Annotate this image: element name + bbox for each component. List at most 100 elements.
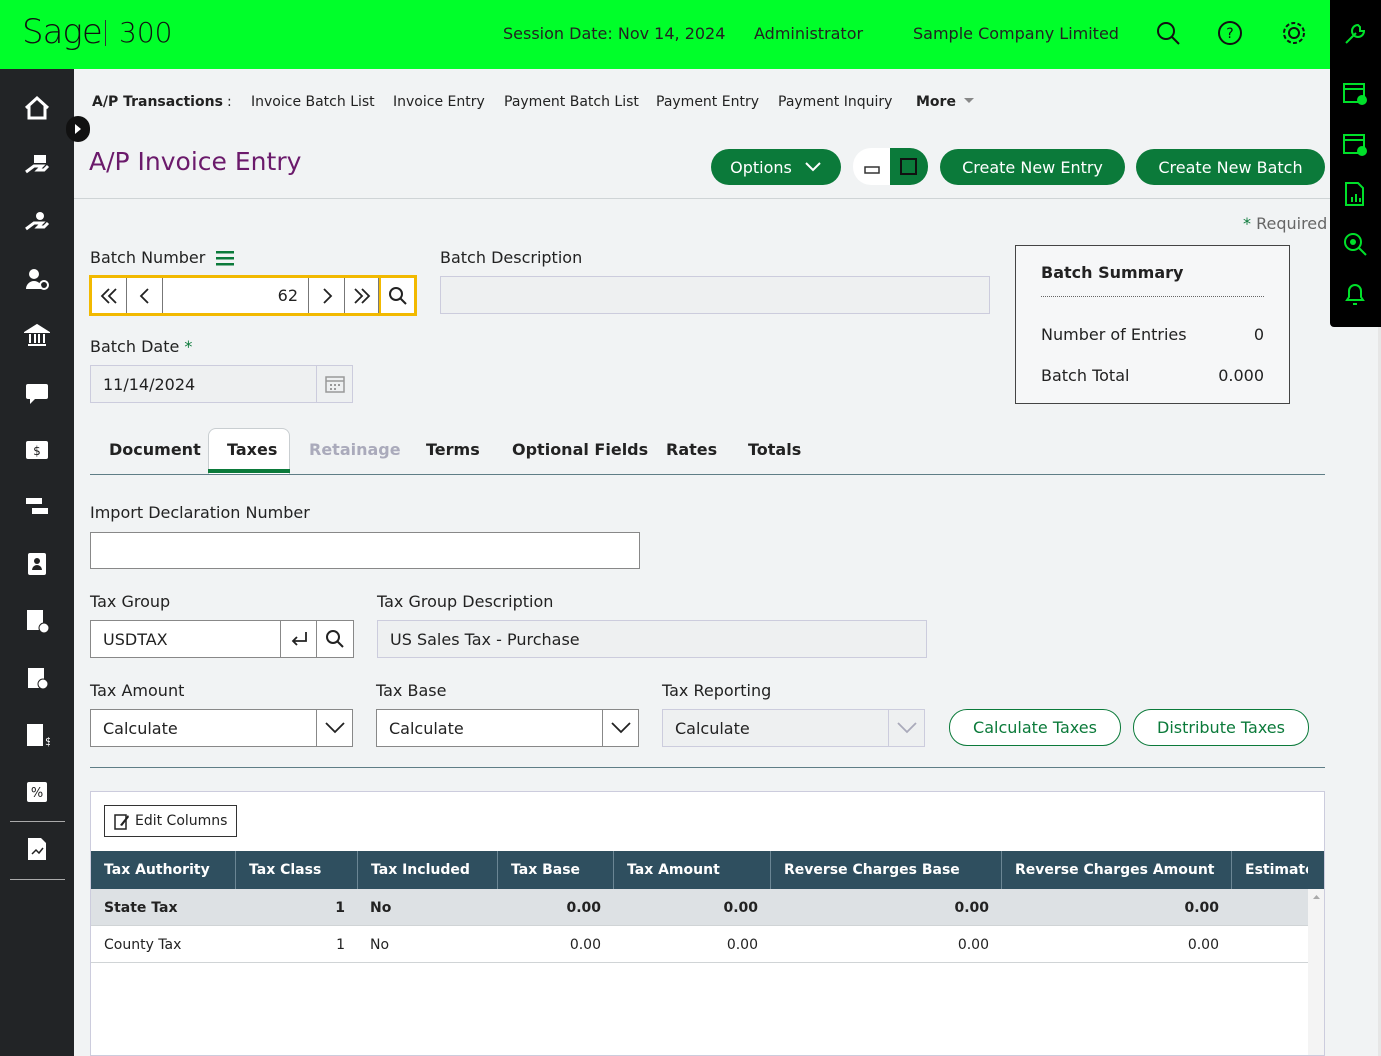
cell-reverse-charges-amount: 0.00 [1184, 899, 1219, 916]
column-header-tax-class[interactable]: Tax Class [236, 851, 358, 889]
currency-icon[interactable]: $ [24, 437, 50, 463]
tab-document[interactable]: Document [109, 440, 201, 459]
breadcrumb-invoice-entry[interactable]: Invoice Entry [393, 94, 485, 110]
chevron-down-icon [896, 722, 917, 734]
cell-tax-amount: 0.00 [723, 899, 758, 916]
date-picker-button[interactable] [316, 366, 352, 402]
layout-toggle[interactable] [853, 148, 928, 185]
clipboard-clock-icon[interactable] [24, 665, 50, 691]
full-view-toggle[interactable] [890, 148, 928, 185]
table-row[interactable]: County Tax 1 No 0.00 0.00 0.00 0.00 [91, 926, 1308, 963]
breadcrumb-more-menu[interactable]: More [916, 94, 975, 110]
caret-down-icon [963, 98, 974, 103]
column-header-reverse-charges-amount[interactable]: Reverse Charges Amount [1002, 851, 1232, 889]
user-settings-icon[interactable] [24, 266, 50, 292]
contacts-icon[interactable] [24, 551, 50, 577]
tab-terms[interactable]: Terms [426, 440, 480, 459]
tax-amount-dropdown-button[interactable] [316, 710, 352, 746]
first-batch-button[interactable] [92, 278, 127, 313]
left-nav-rail: $ $ % [0, 69, 74, 1056]
tab-active-indicator [208, 469, 290, 473]
column-header-reverse-charges-base[interactable]: Reverse Charges Base [771, 851, 1002, 889]
compact-view-icon[interactable] [853, 148, 890, 185]
table-row[interactable]: State Tax 1 No 0.00 0.00 0.00 0.00 [91, 889, 1308, 926]
user-name[interactable]: Administrator [754, 24, 863, 43]
required-label: Required [1256, 214, 1328, 233]
tab-rates[interactable]: Rates [666, 440, 717, 459]
edit-columns-button[interactable]: Edit Columns [104, 805, 237, 837]
breadcrumb-separator: : [227, 94, 232, 110]
tax-base-select[interactable]: Calculate [376, 709, 639, 747]
tab-taxes[interactable]: Taxes [227, 440, 277, 459]
breadcrumb-payment-batch-list[interactable]: Payment Batch List [504, 94, 639, 110]
tab-totals[interactable]: Totals [748, 440, 801, 459]
create-new-batch-button[interactable]: Create New Batch [1136, 149, 1325, 185]
window-info-icon[interactable] [1341, 80, 1369, 108]
options-button[interactable]: Options [711, 149, 841, 185]
receivables-hand-icon[interactable] [24, 209, 50, 235]
calculate-taxes-button[interactable]: Calculate Taxes [949, 709, 1121, 746]
batch-date-label-text: Batch Date [90, 337, 180, 356]
tax-base-dropdown-button[interactable] [602, 710, 638, 746]
batch-description-field[interactable] [440, 276, 990, 314]
help-icon[interactable]: ? [1216, 19, 1244, 47]
search-icon[interactable] [1154, 19, 1182, 47]
batch-date-field[interactable]: 11/14/2024 [90, 365, 353, 403]
inquiry-search-icon[interactable] [1341, 230, 1369, 258]
tab-retainage: Retainage [309, 440, 401, 459]
company-name[interactable]: Sample Company Limited [913, 24, 1119, 43]
home-icon[interactable] [24, 95, 50, 121]
add-document-icon[interactable] [24, 608, 50, 634]
column-header-tax-base[interactable]: Tax Base [498, 851, 614, 889]
payables-hand-icon[interactable] [24, 152, 50, 178]
transfer-icon[interactable] [24, 494, 50, 520]
breadcrumb-payment-entry[interactable]: Payment Entry [656, 94, 759, 110]
cell-reverse-charges-base: 0.00 [954, 899, 989, 916]
bank-icon[interactable] [24, 323, 50, 349]
breadcrumb-payment-inquiry[interactable]: Payment Inquiry [778, 94, 892, 110]
tax-group-input[interactable]: USDTAX [90, 620, 317, 658]
logo-divider [105, 20, 106, 46]
chat-exchange-icon[interactable] [24, 380, 50, 406]
scroll-up-arrow-icon[interactable] [1308, 890, 1325, 904]
import-declaration-label: Import Declaration Number [90, 503, 310, 522]
column-header-tax-included[interactable]: Tax Included [358, 851, 498, 889]
search-icon [326, 630, 344, 648]
batch-list-menu-icon[interactable] [216, 250, 234, 266]
expand-nav-button[interactable] [66, 116, 90, 142]
batch-total-label: Batch Total [1041, 366, 1130, 385]
cell-tax-base: 0.00 [566, 899, 601, 916]
breadcrumb-invoice-batch-list[interactable]: Invoice Batch List [251, 94, 375, 110]
column-header-tax-authority[interactable]: Tax Authority [91, 851, 236, 889]
batch-number-input[interactable]: 62 [163, 278, 309, 313]
last-batch-button[interactable] [345, 278, 379, 313]
previous-batch-button[interactable] [127, 278, 163, 313]
grid-vertical-scrollbar[interactable] [1308, 889, 1325, 1055]
window-add-icon[interactable] [1341, 131, 1369, 159]
invoice-dollar-icon[interactable]: $ [24, 722, 50, 748]
more-label: More [916, 94, 956, 110]
import-declaration-input[interactable] [90, 532, 640, 569]
enter-return-icon [291, 632, 307, 646]
notification-bell-icon[interactable] [1341, 280, 1369, 308]
tax-amount-label: Tax Amount [90, 681, 185, 700]
tax-amount-select[interactable]: Calculate [90, 709, 353, 747]
report-icon[interactable] [1341, 180, 1369, 208]
tab-optional-fields[interactable]: Optional Fields [512, 440, 648, 459]
tax-group-search-button[interactable] [316, 620, 354, 658]
column-header-tax-amount[interactable]: Tax Amount [614, 851, 771, 889]
cell-tax-class: 1 [336, 936, 345, 953]
settings-gear-icon[interactable] [1280, 19, 1308, 47]
batch-search-button[interactable] [379, 278, 414, 313]
tax-group-description-field: US Sales Tax - Purchase [377, 620, 927, 658]
tax-group-enter-button[interactable] [280, 621, 316, 657]
next-batch-button[interactable] [309, 278, 345, 313]
tax-group-description-label: Tax Group Description [377, 592, 554, 611]
chevron-down-icon [805, 162, 821, 172]
column-header-estimated[interactable]: Estimated [1232, 851, 1308, 889]
wrench-icon[interactable] [1341, 20, 1369, 48]
create-new-entry-button[interactable]: Create New Entry [940, 149, 1125, 185]
percent-icon[interactable]: % [24, 779, 50, 805]
distribute-taxes-button[interactable]: Distribute Taxes [1133, 709, 1309, 746]
report-chart-icon[interactable] [24, 836, 50, 862]
